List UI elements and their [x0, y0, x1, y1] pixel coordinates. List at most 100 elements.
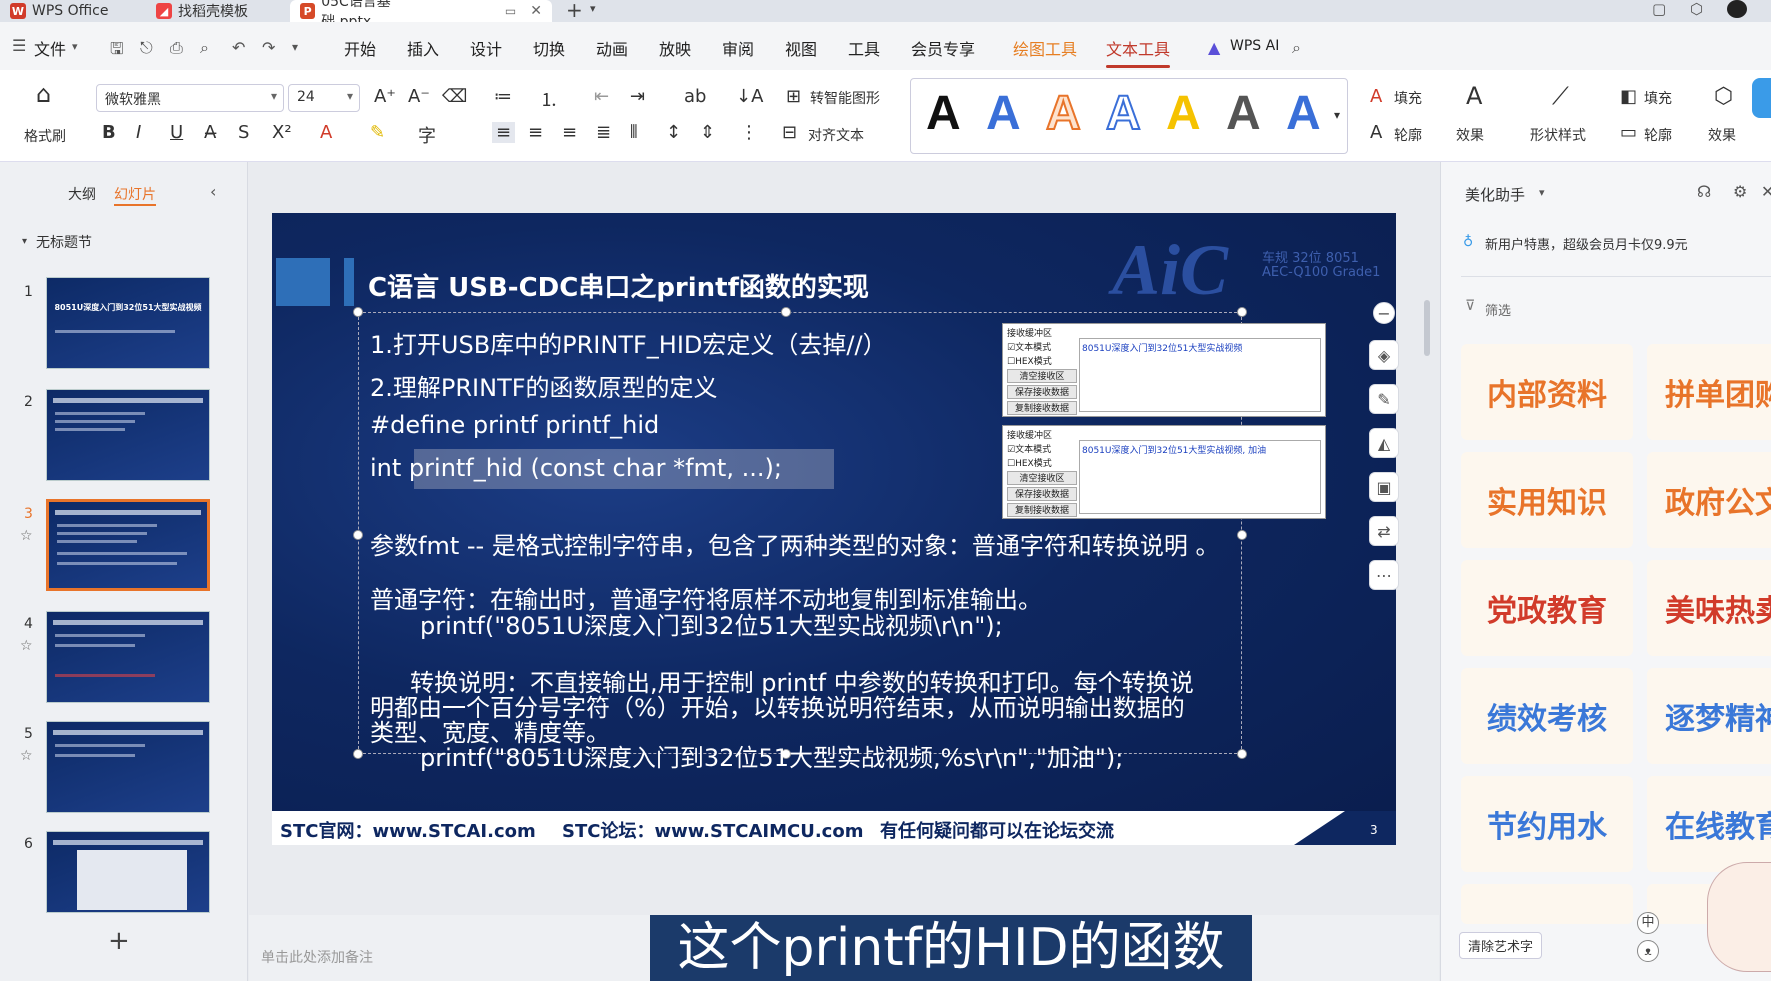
tab-slides[interactable]: 幻灯片 — [114, 184, 156, 206]
print-preview-icon[interactable]: ⌕ — [200, 38, 209, 58]
tab-pptx-file[interactable]: P 05C语言基础.pptx ▭ ✕ — [290, 0, 552, 30]
shadow-icon[interactable]: S — [238, 122, 249, 143]
side-assistant-tab[interactable] — [1752, 78, 1771, 118]
vertical-scrollbar[interactable] — [1422, 170, 1432, 910]
avatar[interactable] — [1727, 0, 1747, 18]
wordart-card[interactable]: 内部资料 — [1461, 344, 1633, 440]
chevron-down-icon[interactable]: ▾ — [590, 2, 596, 15]
tab-outline[interactable]: 大纲 — [68, 184, 96, 204]
shape-style-icon[interactable]: ⟋ — [1552, 82, 1569, 110]
menu-member[interactable]: 会员专享 — [911, 36, 975, 60]
wordart-card[interactable]: 节约用水 — [1461, 776, 1633, 872]
slide-title[interactable]: C语言 USB-CDC串口之printf函数的实现 — [368, 267, 869, 304]
shape-outline-label[interactable]: 轮廓 — [1644, 125, 1672, 145]
wordart-style-6[interactable]: A — [1226, 86, 1261, 141]
highlight-icon[interactable]: ✎ — [370, 122, 385, 143]
shape-style-label[interactable]: 形状样式 — [1530, 125, 1586, 145]
paragraph-spacing-icon[interactable]: ⇕ — [700, 122, 715, 143]
replace-icon[interactable]: ⇄ — [1369, 516, 1399, 546]
collapse-pane-icon[interactable]: ‹ — [210, 182, 216, 201]
new-tab-icon[interactable]: + — [566, 0, 583, 22]
text-fill-icon[interactable]: A — [1370, 86, 1382, 107]
slide-thumbnail-6[interactable] — [46, 831, 210, 913]
star-icon[interactable]: ☆ — [20, 748, 33, 764]
search-icon[interactable]: ⌕ — [1292, 38, 1301, 58]
text-outline-icon[interactable]: A — [1370, 122, 1382, 143]
menu-transition[interactable]: 切换 — [533, 36, 565, 60]
print-icon[interactable]: ⎙ — [170, 38, 183, 58]
text-effects-icon[interactable]: A — [1466, 82, 1482, 110]
wordart-style-1[interactable]: A — [926, 86, 961, 141]
mascot-bear-icon[interactable] — [1707, 862, 1771, 972]
menu-insert[interactable]: 插入 — [407, 36, 439, 60]
close-icon[interactable]: ✕ — [1761, 182, 1771, 201]
chevron-down-icon[interactable]: ▾ — [292, 40, 298, 54]
menu-drawing-tools[interactable]: 绘图工具 — [1013, 36, 1077, 60]
filter-label[interactable]: 筛选 — [1485, 300, 1511, 319]
save-icon[interactable]: 🖫 — [110, 38, 124, 65]
increase-indent-icon[interactable]: ⇥ — [630, 86, 645, 107]
format-painter-icon[interactable]: ⌂ — [36, 80, 51, 108]
menu-review[interactable]: 审阅 — [722, 36, 754, 60]
chevron-down-icon[interactable]: ▾ — [72, 40, 78, 53]
wordart-style-7[interactable]: A — [1286, 86, 1321, 141]
wordart-card[interactable]: 绩效考核 — [1461, 668, 1633, 764]
menu-start[interactable]: 开始 — [344, 36, 376, 60]
slide-code-2[interactable]: printf("8051U深度入门到32位51大型实战视频,%s\r\n","加… — [420, 738, 1123, 773]
wordart-card[interactable]: 在线教育 — [1647, 776, 1771, 872]
chevron-down-icon[interactable]: ▾ — [1334, 108, 1340, 122]
slide-para-fmt[interactable]: 参数fmt -- 是格式控制字符串，包含了两种类型的对象：普通字符和转换说明 。 — [370, 526, 1219, 561]
wordart-card[interactable]: 政府公文 — [1647, 452, 1771, 548]
cube-icon[interactable]: ⬡ — [1690, 0, 1703, 18]
underline-icon[interactable]: U — [170, 122, 183, 143]
mascot-small-icon[interactable]: ᴥ — [1637, 940, 1659, 962]
text-fill-label[interactable]: 填充 — [1394, 88, 1422, 108]
filter-icon[interactable]: ⊽ — [1465, 298, 1475, 314]
slide-line-3[interactable]: #define printf printf_hid — [370, 411, 659, 439]
slide-code-1[interactable]: printf("8051U深度入门到32位51大型实战视频\r\n"); — [420, 606, 1003, 641]
scrollbar-thumb[interactable] — [1424, 300, 1430, 356]
slide-thumbnail-4[interactable] — [46, 611, 210, 703]
distribute-icon[interactable]: ⫴ — [630, 122, 638, 143]
bullet-list-icon[interactable]: ≔ — [494, 86, 512, 107]
increase-font-icon[interactable]: A⁺ — [374, 86, 396, 107]
align-text-icon[interactable]: ⊟ — [782, 122, 797, 143]
font-name-select[interactable]: 微软雅黑 ▾ — [96, 84, 284, 112]
star-icon[interactable]: ☆ — [20, 528, 33, 544]
shape-outline-icon[interactable]: ▭ — [1620, 122, 1637, 143]
shape-effects-icon[interactable]: ⬡ — [1714, 84, 1733, 109]
wordart-card[interactable]: 党政教育 — [1461, 560, 1633, 656]
bold-icon[interactable]: B — [102, 122, 116, 143]
assistant-title[interactable]: 美化助手 — [1465, 184, 1525, 205]
superscript-icon[interactable]: X² — [272, 122, 292, 143]
wordart-style-5[interactable]: A — [1166, 86, 1201, 141]
smart-shape-icon[interactable]: ⊞ — [786, 86, 801, 107]
align-center-icon[interactable]: ≡ — [528, 122, 543, 143]
wordart-style-2[interactable]: A — [986, 86, 1021, 141]
decrease-font-icon[interactable]: A⁻ — [408, 86, 430, 107]
menu-animation[interactable]: 动画 — [596, 36, 628, 60]
minus-icon[interactable]: − — [1373, 302, 1395, 324]
wordart-card[interactable]: 逐梦精神 — [1647, 668, 1771, 764]
text-outline-label[interactable]: 轮廓 — [1394, 125, 1422, 145]
slide[interactable]: C语言 USB-CDC串口之printf函数的实现 AiC 车规 32位 805… — [272, 213, 1396, 845]
hamburger-icon[interactable]: ☰ — [12, 36, 26, 55]
monitor-icon[interactable]: ▭ — [505, 4, 516, 18]
notes-placeholder[interactable]: 单击此处添加备注 — [261, 947, 373, 967]
undo-icon[interactable]: ↶ — [232, 38, 245, 57]
tab-docer[interactable]: ◢ 找稻壳模板 — [146, 0, 280, 22]
chevron-down-icon[interactable]: ▾ — [1539, 186, 1545, 199]
wps-ai-icon[interactable]: ▲ — [1208, 38, 1220, 57]
frame-icon[interactable]: ▣ — [1369, 472, 1399, 502]
wordart-card[interactable]: 美味热卖 — [1647, 560, 1771, 656]
align-text-label[interactable]: 对齐文本 — [808, 125, 864, 145]
wordart-style-3[interactable]: A — [1045, 86, 1082, 141]
line-spacing-icon[interactable]: ↕ — [666, 122, 681, 143]
section-name[interactable]: 无标题节 — [36, 232, 92, 252]
clear-wordart-button[interactable]: 清除艺术字 — [1459, 932, 1543, 959]
shape-fill-icon[interactable]: ◧ — [1620, 86, 1637, 107]
share-icon[interactable]: ⎋ — [140, 38, 153, 58]
font-color-icon[interactable]: A — [320, 122, 332, 143]
menu-wps-ai[interactable]: WPS AI — [1230, 38, 1279, 54]
footer-site[interactable]: STC官网：www.STCAI.com — [280, 817, 536, 843]
